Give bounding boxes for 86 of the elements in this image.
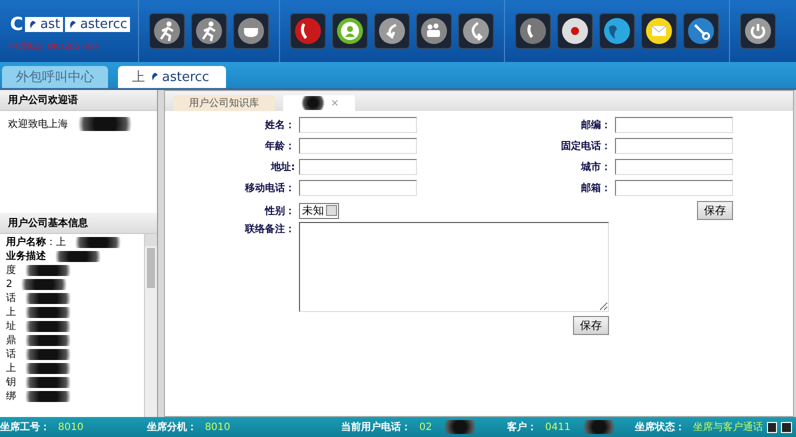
wrench-gear-icon xyxy=(687,17,715,45)
phone-icon xyxy=(519,17,547,45)
input-field[interactable] xyxy=(615,117,733,133)
status-icon xyxy=(766,422,778,432)
toolbar-button[interactable] xyxy=(290,13,326,49)
input-field[interactable] xyxy=(615,159,733,175)
field-label: 邮编： xyxy=(580,118,611,132)
status-value: 8010 xyxy=(58,422,84,432)
toolbar-button[interactable] xyxy=(557,13,593,49)
status-label: 坐席状态： xyxy=(634,420,685,434)
input-field[interactable] xyxy=(615,138,733,154)
globe-icon xyxy=(603,17,631,45)
toolbar-button[interactable] xyxy=(740,13,776,49)
panel-title: 用户公司欢迎语 xyxy=(0,90,157,111)
logo-mark-icon xyxy=(28,18,38,30)
info-text: 业务描述 xyxy=(6,251,46,263)
toolbar-button[interactable] xyxy=(233,13,269,49)
logo-text: C xyxy=(10,14,24,35)
field-label: 城市： xyxy=(580,160,611,174)
logo-mark-icon xyxy=(150,71,160,83)
logo: ast xyxy=(25,17,64,32)
status-label: 坐席分机： xyxy=(146,420,197,434)
toolbar-button[interactable] xyxy=(416,13,452,49)
info-text: 上 xyxy=(6,307,16,319)
field-label: 移动电话： xyxy=(244,182,295,195)
toolbar-button[interactable] xyxy=(374,13,410,49)
record-icon xyxy=(561,17,589,45)
status-value: 坐席与客户通话 xyxy=(692,420,763,434)
status-value: 8010 xyxy=(204,422,230,432)
tab[interactable]: 上 astercc xyxy=(118,66,226,88)
status-label: 坐席工号： xyxy=(0,420,50,434)
status-value: 0411 xyxy=(545,422,571,432)
phone-icon xyxy=(294,17,322,45)
info-text: 址 xyxy=(6,321,16,333)
power-icon xyxy=(744,17,772,45)
logo-mark-icon xyxy=(68,18,78,30)
people-icon xyxy=(420,17,448,45)
welcome-text: 欢迎致电上海 xyxy=(8,118,68,131)
field-label: 邮箱： xyxy=(580,182,611,195)
phone-status: 电话状态: OK (205 ms) xyxy=(10,41,98,52)
input-field[interactable] xyxy=(299,138,417,154)
tab[interactable]: 用户公司知识库 xyxy=(173,95,275,111)
field-label: 联络备注： xyxy=(244,222,295,237)
status-label: 客户： xyxy=(507,420,538,434)
logo: astercc xyxy=(65,17,130,32)
info-text: 用户名称：上 xyxy=(6,237,66,249)
field-label: 地址: xyxy=(270,160,295,174)
toolbar-button[interactable] xyxy=(149,13,185,49)
toolbar-button[interactable] xyxy=(458,13,494,49)
input-field[interactable] xyxy=(299,159,417,175)
info-text: 话 xyxy=(6,349,16,361)
panel-title: 用户公司基本信息 xyxy=(0,213,157,234)
field-label: 固定电话： xyxy=(560,139,611,153)
info-text: 鼎 xyxy=(6,335,16,347)
input-field[interactable] xyxy=(299,180,417,196)
run-figure-icon xyxy=(195,17,223,45)
notes-field[interactable] xyxy=(299,222,609,312)
field-label: 姓名： xyxy=(264,118,295,132)
info-text: 2 xyxy=(6,279,12,291)
mail-icon xyxy=(645,17,673,45)
status-icon xyxy=(781,422,792,432)
status-value: 02 xyxy=(419,422,432,432)
scrollbar[interactable] xyxy=(144,234,157,417)
toolbar-button[interactable] xyxy=(332,13,368,49)
info-text: 钥 xyxy=(6,377,16,389)
gender-select[interactable]: 未知 xyxy=(299,202,339,218)
toolbar-button[interactable] xyxy=(599,13,635,49)
field-label: 年龄： xyxy=(264,140,295,153)
save-button[interactable]: 保存 xyxy=(573,316,609,335)
contact-icon xyxy=(336,17,364,45)
info-text: 话 xyxy=(6,293,16,305)
toolbar-button[interactable] xyxy=(515,13,551,49)
save-button[interactable]: 保存 xyxy=(697,201,733,220)
run-figure-icon xyxy=(153,17,181,45)
status-label: 当前用户电话： xyxy=(341,420,412,434)
redaction-mark xyxy=(299,96,327,110)
toolbar-button[interactable] xyxy=(191,13,227,49)
toolbar-button[interactable] xyxy=(641,13,677,49)
info-text: 上 xyxy=(6,363,16,375)
toolbar-button[interactable] xyxy=(683,13,719,49)
field-label: 性别： xyxy=(264,204,295,218)
input-field[interactable] xyxy=(615,180,733,196)
cup-icon xyxy=(237,17,265,45)
info-text: 度 xyxy=(6,265,16,277)
info-text: 绑 xyxy=(6,391,16,403)
input-field[interactable] xyxy=(299,117,417,133)
